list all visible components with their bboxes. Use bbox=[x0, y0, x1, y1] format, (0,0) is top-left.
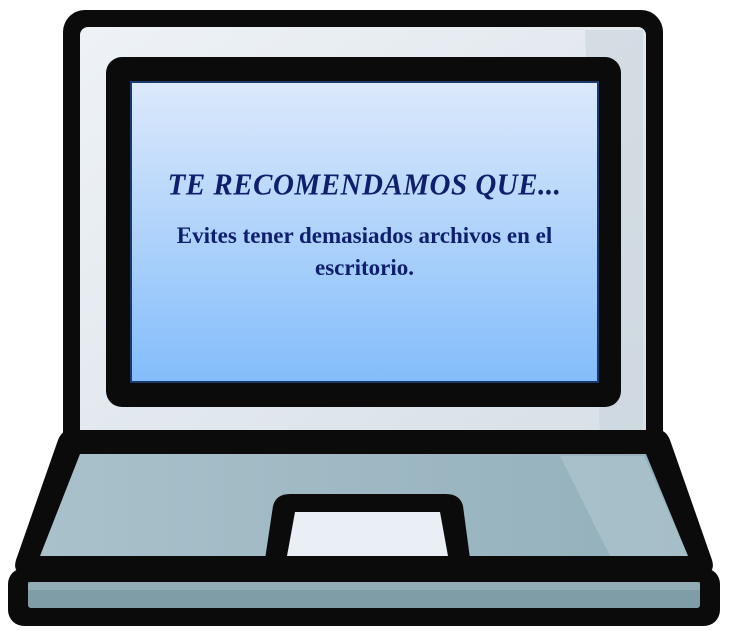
laptop-base bbox=[8, 430, 720, 626]
recommendation-headline: TE RECOMENDAMOS QUE... bbox=[167, 168, 562, 202]
recommendation-message: Evites tener demasiados archivos en el e… bbox=[176, 223, 553, 280]
touchpad bbox=[287, 512, 448, 556]
screen-content: TE RECOMENDAMOS QUE... Evites tener dema… bbox=[131, 82, 598, 382]
